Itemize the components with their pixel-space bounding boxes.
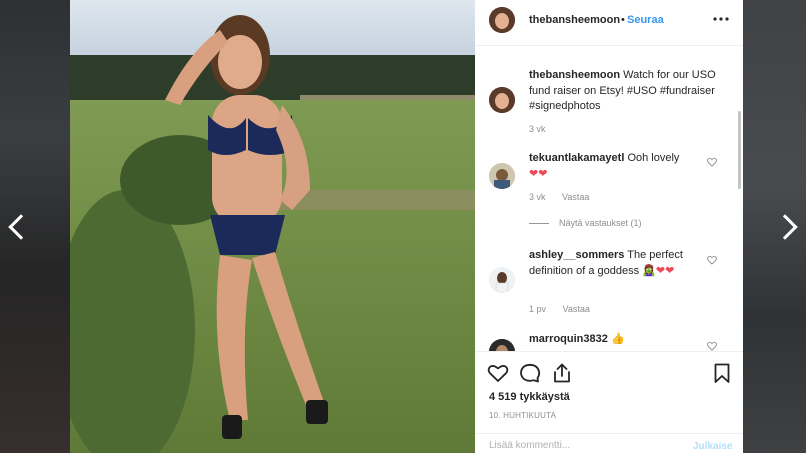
post-header: thebansheemoon • Seuraa [475, 0, 743, 46]
comment-time: 3 vk [529, 192, 546, 202]
more-horizontal-icon[interactable] [711, 12, 731, 26]
post-photo-illustration [70, 0, 475, 453]
share-icon[interactable] [551, 362, 573, 384]
comment-username[interactable]: ashley__sommers [529, 249, 624, 261]
view-replies-button[interactable]: Näytä vastaukset (1) [529, 218, 642, 228]
reply-button[interactable]: Vastaa [562, 192, 589, 202]
heart-icon[interactable] [487, 362, 509, 384]
post-photo [70, 0, 475, 453]
comment-text: Ooh lovely [627, 152, 680, 164]
comment-avatar[interactable] [489, 267, 515, 293]
comment-emoji: ❤❤ [529, 167, 548, 180]
likes-count[interactable]: 4 519 tykkäystä [489, 391, 570, 403]
post-side-panel: thebansheemoon • Seuraa thebansheemoon W… [475, 0, 743, 453]
post-actions: 4 519 tykkäystä 10. HUHTIKUUTA [475, 351, 743, 436]
replies-divider [529, 223, 549, 225]
comment-time: 3 vk [529, 124, 546, 134]
add-comment-bar: Julkaise [475, 433, 743, 453]
comment-username[interactable]: marroquin3832 [529, 333, 608, 345]
heart-icon[interactable] [707, 341, 717, 351]
header-separator: • [621, 14, 625, 26]
reply-button[interactable]: Vastaa [563, 304, 590, 314]
heart-icon[interactable] [707, 255, 717, 265]
comment-time: 1 pv [529, 304, 547, 314]
post-comment-button[interactable]: Julkaise [693, 441, 732, 452]
heart-icon[interactable] [707, 157, 717, 167]
comments-list[interactable]: thebansheemoon Watch for our USO fund ra… [475, 47, 743, 351]
comment-input[interactable] [489, 440, 679, 451]
author-username[interactable]: thebansheemoon [529, 14, 620, 26]
comment-icon[interactable] [519, 362, 541, 384]
caption-comment: thebansheemoon Watch for our USO fund ra… [529, 68, 719, 115]
comment-item: ashley__sommers The perfect definition o… [529, 248, 719, 279]
comment-meta: 1 pv Vastaa [529, 304, 604, 314]
author-avatar[interactable] [489, 7, 515, 33]
comment-text: 👍 [610, 333, 625, 345]
comment-avatar[interactable] [489, 163, 515, 189]
comment-username[interactable]: tekuantlakamayetl [529, 152, 624, 164]
comment-avatar[interactable] [489, 87, 515, 113]
follow-button[interactable]: Seuraa [627, 14, 664, 26]
comment-item: tekuantlakamayetl Ooh lovely ❤❤ [529, 151, 719, 182]
comment-avatar[interactable] [489, 339, 515, 351]
comment-username[interactable]: thebansheemoon [529, 69, 620, 81]
post-date: 10. HUHTIKUUTA [489, 411, 557, 420]
view-replies-label: Näytä vastaukset (1) [559, 218, 642, 228]
bookmark-icon[interactable] [711, 362, 733, 384]
comment-meta: 3 vk Vastaa [529, 192, 603, 202]
comment-item: marroquin3832 👍 [529, 332, 719, 348]
comment-meta: 3 vk [529, 124, 560, 134]
comments-scrollbar[interactable] [738, 111, 741, 189]
comment-emoji: 🧟‍♀️❤❤ [642, 264, 675, 277]
